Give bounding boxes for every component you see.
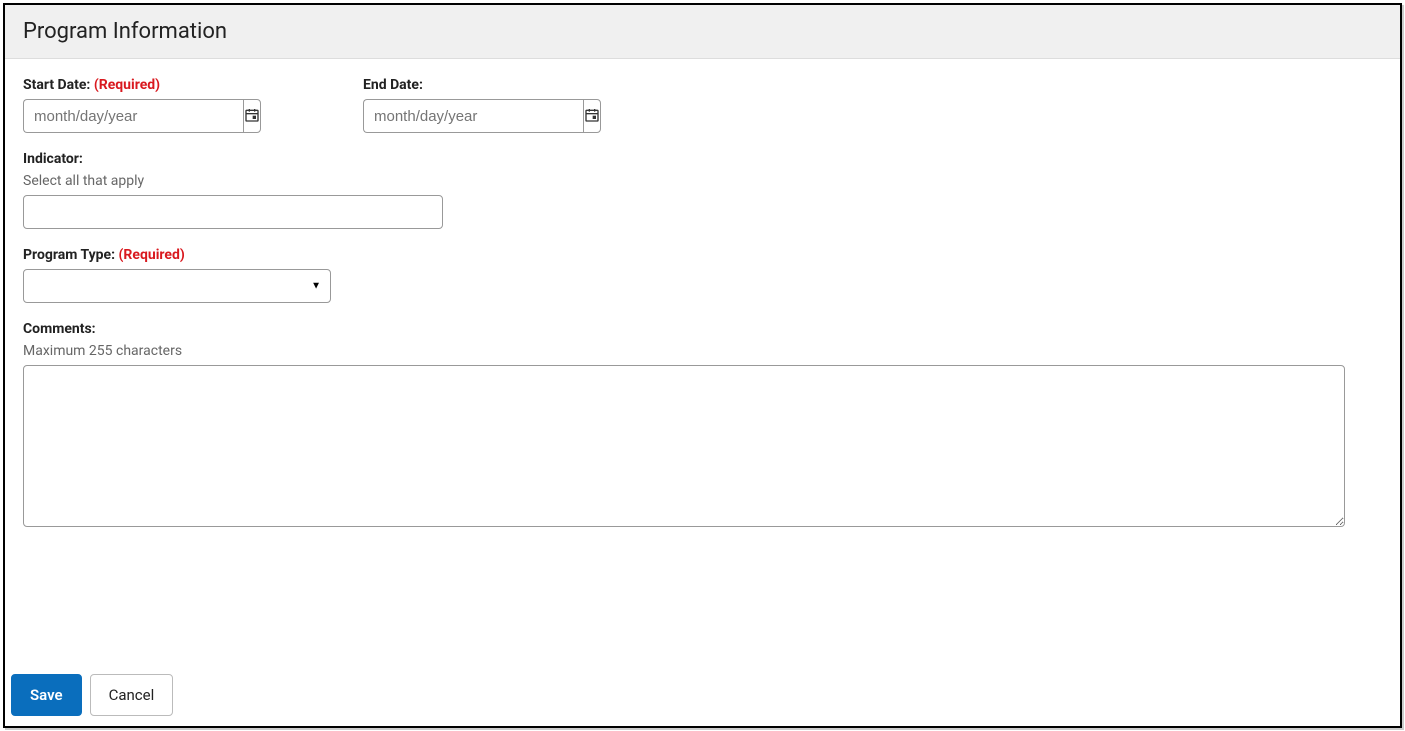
footer-actions: Save Cancel — [5, 674, 1400, 726]
panel-header: Program Information — [5, 5, 1400, 59]
date-row: Start Date: (Required) — [23, 77, 1382, 151]
end-date-field: End Date: — [363, 77, 703, 133]
start-date-picker-button[interactable] — [243, 99, 261, 133]
comments-field: Comments: Maximum 255 characters — [23, 321, 1382, 531]
page-title: Program Information — [23, 19, 1382, 44]
indicator-helper: Select all that apply — [23, 173, 1382, 189]
end-date-input-group — [363, 99, 571, 133]
comments-helper: Maximum 255 characters — [23, 343, 1382, 359]
start-date-field: Start Date: (Required) — [23, 77, 363, 133]
indicator-field: Indicator: Select all that apply — [23, 151, 1382, 229]
save-button[interactable]: Save — [11, 674, 82, 716]
program-type-select-wrap: ▼ — [23, 269, 331, 303]
required-marker: (Required) — [119, 247, 185, 263]
end-date-label: End Date: — [363, 77, 703, 93]
indicator-multiselect[interactable] — [23, 195, 443, 229]
calendar-icon — [584, 107, 600, 126]
form-body: Start Date: (Required) — [5, 59, 1400, 674]
start-date-input-group — [23, 99, 231, 133]
start-date-label: Start Date: (Required) — [23, 77, 363, 93]
calendar-icon — [244, 107, 260, 126]
comments-textarea[interactable] — [23, 365, 1345, 527]
program-information-panel: Program Information Start Date: (Require… — [3, 3, 1402, 728]
start-date-input[interactable] — [23, 99, 243, 133]
required-marker: (Required) — [94, 77, 160, 93]
program-type-field: Program Type: (Required) ▼ — [23, 247, 1382, 303]
program-type-select[interactable] — [23, 269, 331, 303]
comments-label: Comments: — [23, 321, 1382, 337]
cancel-button[interactable]: Cancel — [90, 674, 174, 716]
program-type-label: Program Type: (Required) — [23, 247, 1382, 263]
end-date-input[interactable] — [363, 99, 583, 133]
end-date-picker-button[interactable] — [583, 99, 601, 133]
indicator-label: Indicator: — [23, 151, 1382, 167]
